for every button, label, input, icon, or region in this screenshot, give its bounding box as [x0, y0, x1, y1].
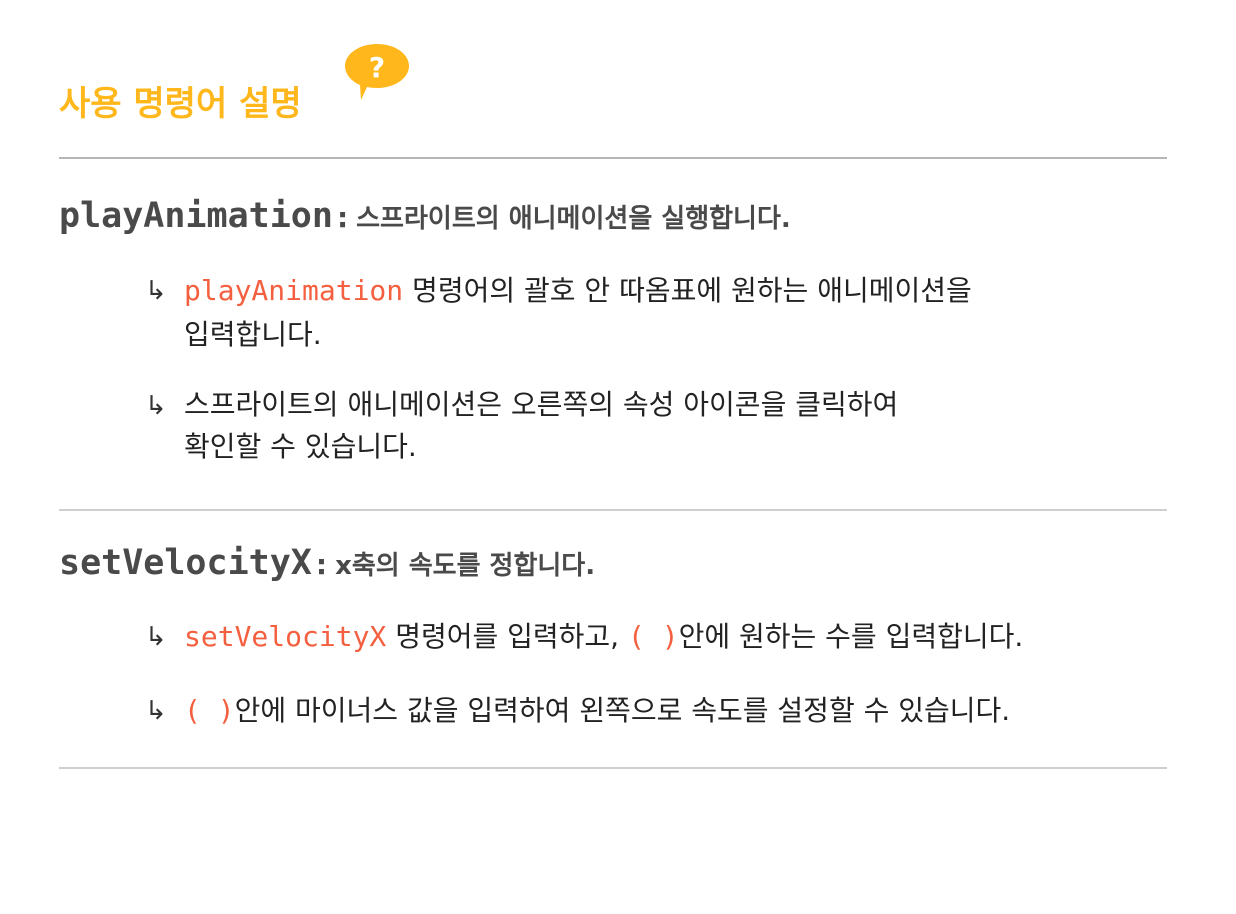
list-item: ↳ 스프라이트의 애니메이션은 오른쪽의 속성 아이콘을 클릭하여 확인할 수 … [145, 384, 1145, 468]
arrow-return-icon: ↳ [145, 391, 167, 421]
arrow-return-icon: ↳ [145, 622, 167, 652]
command-heading-setvelocityx: setVelocityX: x축의 속도를 정합니다. [59, 543, 595, 583]
command-description: x축의 속도를 정합니다. [335, 551, 596, 581]
list-item: ↳ ( )안에 마이너스 값을 입력하여 왼쪽으로 속도를 설정할 수 있습니다… [145, 689, 1145, 733]
command-colon: : [315, 548, 328, 581]
command-colon: : [336, 201, 349, 234]
command-description: 스프라이트의 애니메이션을 실행합니다. [356, 204, 791, 234]
bullet-text: 안에 마이너스 값을 입력하여 왼쪽으로 속도를 설정할 수 있습니다. [234, 694, 1011, 727]
bullet-text: 명령어의 괄호 안 따옴표에 원하는 애니메이션을 [403, 274, 972, 307]
command-heading-playanimation: playAnimation: 스프라이트의 애니메이션을 실행합니다. [59, 196, 791, 236]
bullet-text: 스프라이트의 애니메이션은 오른쪽의 속성 아이콘을 클릭하여 [184, 388, 899, 421]
section-divider [59, 157, 1167, 159]
arrow-return-icon: ↳ [145, 276, 167, 306]
section-divider [59, 509, 1167, 511]
list-item: ↳ setVelocityX 명령어를 입력하고, ( )안에 원하는 수를 입… [145, 615, 1145, 659]
list-item: ↳ playAnimation 명령어의 괄호 안 따옴표에 원하는 애니메이션… [145, 269, 1145, 357]
command-name: setVelocityX [59, 543, 312, 583]
command-name: playAnimation [59, 196, 333, 236]
arrow-return-icon: ↳ [145, 696, 167, 726]
bullet-text-continued: 확인할 수 있습니다. [184, 430, 417, 463]
inline-code-parens: ( ) [627, 620, 679, 653]
page-header: 사용 명령어 설명 ? [59, 42, 459, 132]
page-title: 사용 명령어 설명 [59, 84, 302, 124]
bullet-text-continued: 입력합니다. [184, 318, 322, 351]
bullet-text: 명령어를 입력하고, [386, 620, 628, 653]
inline-code: setVelocityX [184, 620, 387, 653]
inline-code-parens: ( ) [184, 694, 235, 727]
help-speech-bubble-icon: ? [345, 44, 409, 100]
bullet-text-continued: 안에 원하는 수를 입력합니다. [678, 620, 1024, 653]
help-question-glyph: ? [369, 51, 385, 84]
inline-code: playAnimation [184, 274, 404, 307]
section-divider [59, 767, 1167, 769]
